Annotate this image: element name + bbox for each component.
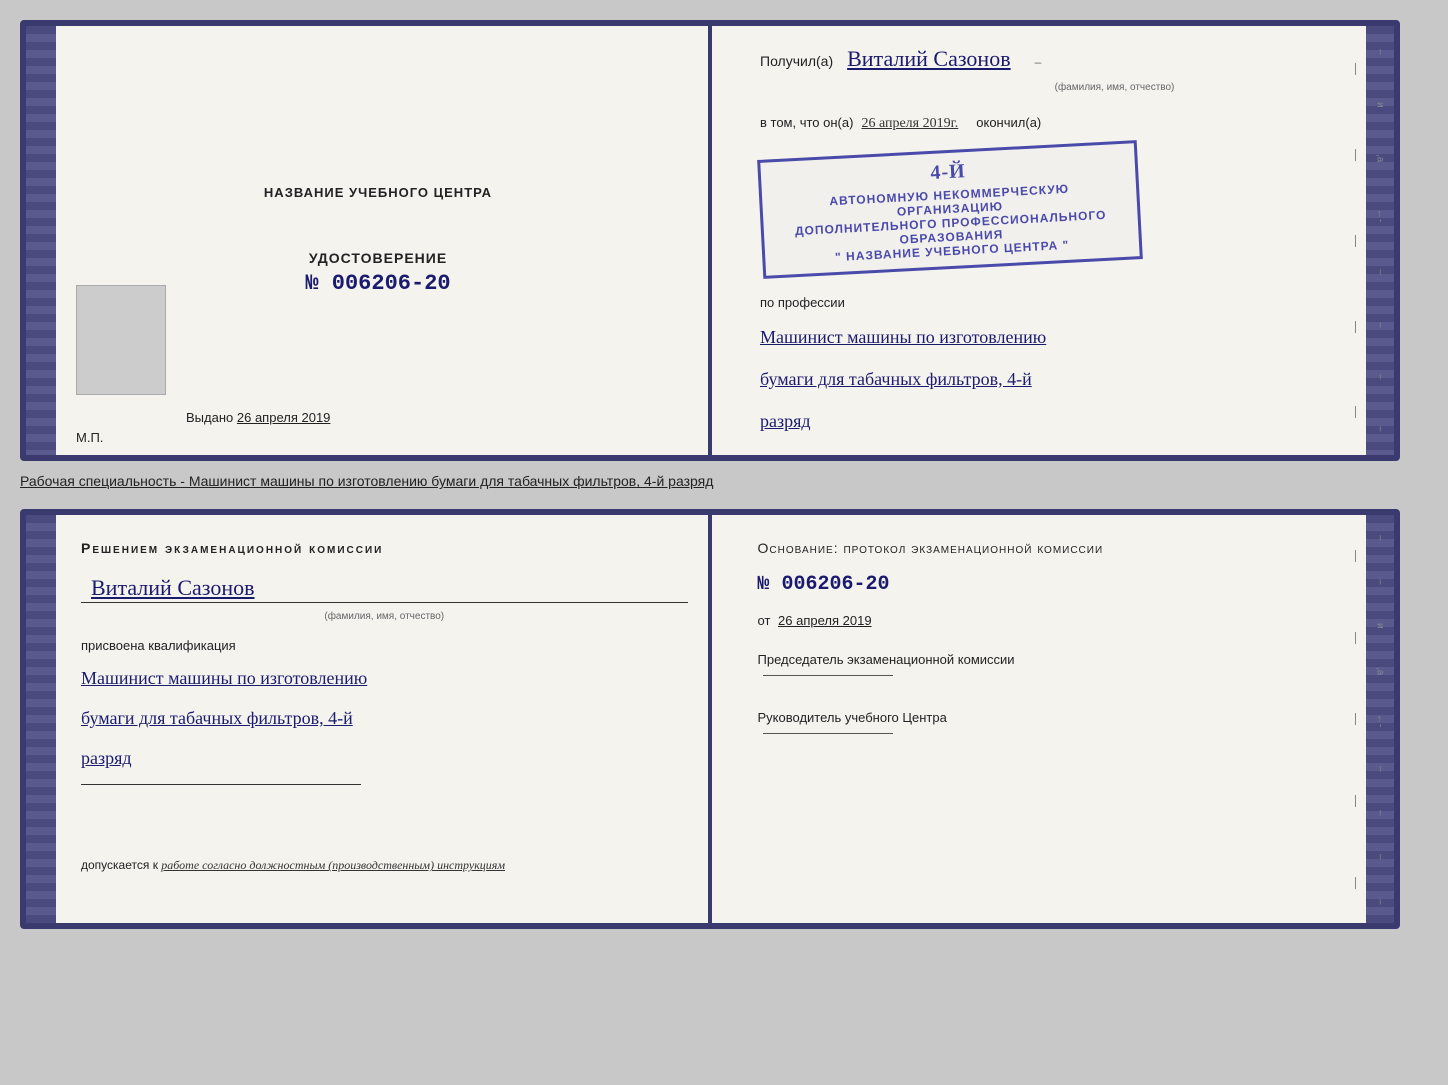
- bottom-fio-label: (фамилия, имя, отчество): [81, 611, 688, 622]
- vert-char-3: ,а: [1375, 154, 1386, 162]
- stamp-box: 4-й АВТОНОМНУЮ НЕКОММЕРЧЕСКУЮ ОРГАНИЗАЦИ…: [757, 140, 1143, 279]
- bottom-qualification-line3: разряд: [81, 744, 688, 773]
- bottom-vert-char-4: ,а: [1375, 667, 1386, 675]
- bottom-dash-2: [1355, 632, 1356, 644]
- mp-label: М.П.: [76, 430, 103, 445]
- bottom-vert-char-7: –: [1375, 810, 1386, 816]
- received-prefix: Получил(а): [760, 53, 833, 69]
- dash-1: [1355, 63, 1356, 75]
- manager-block: Руководитель учебного Центра: [758, 710, 1365, 740]
- dash-5: [1355, 406, 1356, 418]
- bottom-left-page: Решением экзаменационной комиссии Витали…: [26, 515, 718, 923]
- issued-prefix: Выдано: [186, 410, 233, 425]
- bottom-vert-char-6: –: [1375, 766, 1386, 772]
- cert-date-value: 26 апреля 2019г.: [861, 116, 958, 132]
- finished-label: окончил(а): [976, 115, 1041, 130]
- bottom-vert-char-8: –: [1375, 854, 1386, 860]
- bottom-vert-char-9: –: [1375, 899, 1386, 905]
- chairman-title: Председатель экзаменационной комиссии: [758, 652, 1365, 667]
- bottom-date: от 26 апреля 2019: [758, 613, 1365, 628]
- date-prefix: от: [758, 613, 771, 628]
- page-container: НАЗВАНИЕ УЧЕБНОГО ЦЕНТРА УДОСТОВЕРЕНИЕ №…: [20, 20, 1428, 929]
- chairman-block: Председатель экзаменационной комиссии: [758, 652, 1365, 682]
- in-that-prefix: в том, что он(а): [760, 115, 853, 130]
- middle-label: Рабочая специальность - Машинист машины …: [20, 473, 1428, 489]
- dash-3: [1355, 235, 1356, 247]
- profession-line2: бумаги для табачных фильтров, 4-й: [760, 365, 1364, 394]
- recipient-name: Виталий Сазонов: [847, 46, 1010, 72]
- bottom-vert-char-3: и: [1375, 623, 1386, 629]
- center-title: НАЗВАНИЕ УЧЕБНОГО ЦЕНТРА: [264, 185, 492, 200]
- allowed-label: допускается к работе согласно должностны…: [81, 858, 688, 893]
- vert-char-6: –: [1375, 322, 1386, 328]
- vert-char-4: ←-: [1375, 209, 1386, 222]
- profession-line1: Машинист машины по изготовлению: [760, 323, 1364, 352]
- diploma-right-page: Получил(а) Виталий Сазонов – (фамилия, и…: [720, 26, 1394, 455]
- bottom-right-page: Основание: протокол экзаменационной коми…: [718, 515, 1395, 923]
- bottom-date-value: 26 апреля 2019: [778, 613, 872, 628]
- manager-title: Руководитель учебного Центра: [758, 710, 1365, 725]
- dash-4: [1355, 321, 1356, 333]
- vert-char-8: –: [1375, 426, 1386, 432]
- bottom-diploma-book: Решением экзаменационной комиссии Витали…: [20, 509, 1400, 929]
- bottom-number: № 006206-20: [758, 573, 1365, 596]
- diploma-left-page: НАЗВАНИЕ УЧЕБНОГО ЦЕНТРА УДОСТОВЕРЕНИЕ №…: [26, 26, 720, 455]
- allowed-prefix: допускается к: [81, 858, 158, 872]
- name-underline: [81, 601, 688, 603]
- profession-prefix: по профессии: [760, 295, 1364, 310]
- bottom-vert-char-1: –: [1375, 535, 1386, 541]
- chairman-signature-line: [763, 675, 893, 676]
- bottom-top-dashes: [1348, 515, 1362, 923]
- bottom-dash-1: [1355, 550, 1356, 562]
- vert-char-1: –: [1375, 49, 1386, 55]
- bottom-person-name: Виталий Сазонов: [91, 575, 254, 600]
- in-that-row: в том, что он(а) 26 апреля 2019г. окончи…: [760, 109, 1364, 132]
- bottom-dash-4: [1355, 795, 1356, 807]
- qualification-underline: [81, 783, 361, 785]
- commission-title: Решением экзаменационной комиссии: [81, 540, 688, 556]
- profession-line3: разряд: [760, 407, 1364, 436]
- bottom-qualification-line2: бумаги для табачных фильтров, 4-й: [81, 704, 688, 733]
- cert-label: УДОСТОВЕРЕНИЕ: [309, 250, 447, 266]
- bottom-qualification-line1: Машинист машины по изготовлению: [81, 664, 688, 693]
- bottom-right-edge-decoration: – – и ,а ←- – – – –: [1366, 515, 1394, 923]
- issued-line: Выдано 26 апреля 2019: [186, 410, 330, 425]
- top-fio-label: (фамилия, имя, отчество): [865, 82, 1364, 93]
- bottom-dash-5: [1355, 877, 1356, 889]
- assigned-label: присвоена квалификация: [81, 638, 688, 653]
- received-row: Получил(а) Виталий Сазонов –: [760, 46, 1364, 72]
- photo-placeholder: [76, 285, 166, 395]
- allowed-value: работе согласно должностным (производств…: [161, 858, 505, 872]
- vert-char-2: и: [1375, 102, 1386, 108]
- dash-2: [1355, 149, 1356, 161]
- manager-signature-line: [763, 733, 893, 734]
- vert-char-7: –: [1375, 374, 1386, 380]
- issued-date: 26 апреля 2019: [237, 410, 331, 425]
- right-edge-decoration: – и ,а ←- – – – –: [1366, 26, 1394, 455]
- top-diploma-book: НАЗВАНИЕ УЧЕБНОГО ЦЕНТРА УДОСТОВЕРЕНИЕ №…: [20, 20, 1400, 461]
- bottom-vert-char-2: –: [1375, 579, 1386, 585]
- bottom-vert-char-5: ←-: [1375, 714, 1386, 727]
- bottom-person-row: Виталий Сазонов: [81, 575, 688, 603]
- top-dashes: [1348, 26, 1362, 455]
- bottom-dash-3: [1355, 713, 1356, 725]
- vert-char-5: –: [1375, 269, 1386, 275]
- cert-number: № 006206-20: [305, 271, 450, 296]
- basis-title: Основание: протокол экзаменационной коми…: [758, 540, 1365, 556]
